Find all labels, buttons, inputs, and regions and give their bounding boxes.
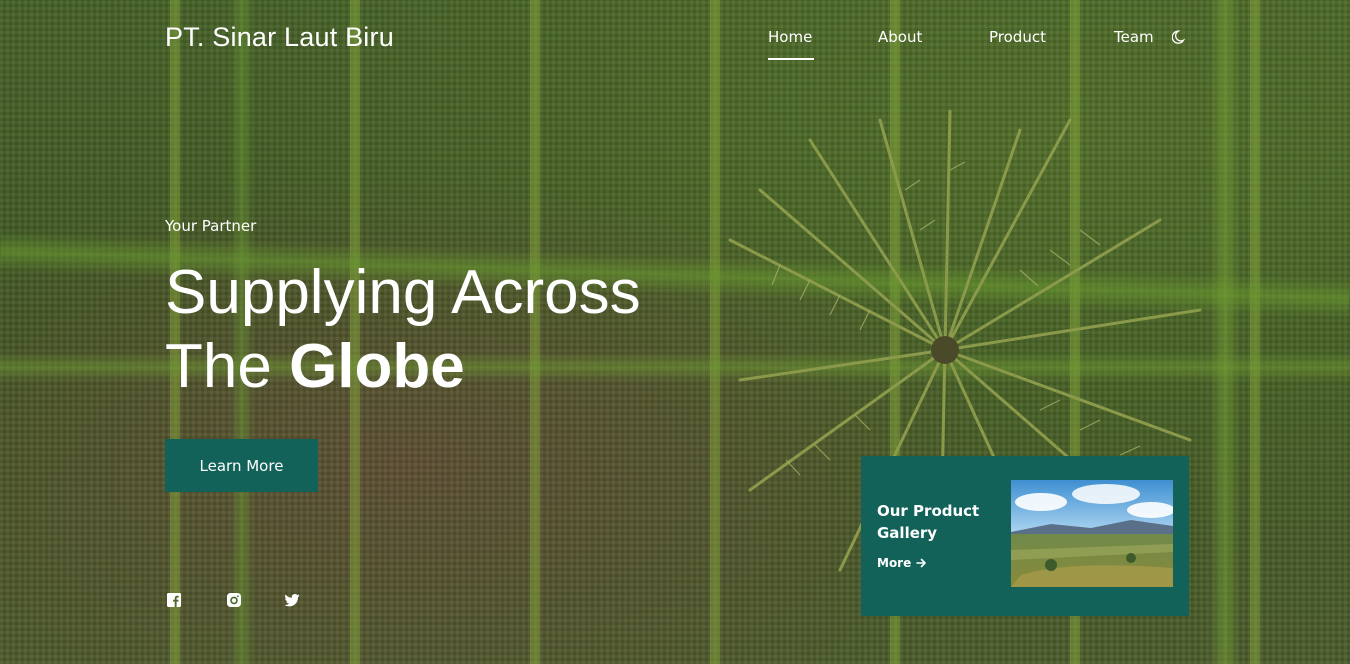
hero-tagline: Your Partner	[165, 217, 257, 235]
facebook-icon[interactable]	[166, 592, 182, 608]
navbar: PT. Sinar Laut Biru Home About Product T…	[0, 0, 1350, 76]
hero-headline: Supplying Across The Globe	[165, 256, 641, 404]
gallery-more-label: More	[877, 556, 912, 570]
gallery-thumbnail-image[interactable]	[1011, 480, 1173, 587]
nav-item-product[interactable]: Product	[989, 28, 1046, 46]
moon-icon[interactable]	[1172, 29, 1188, 45]
headline-line-2-bold: Globe	[289, 332, 465, 401]
product-gallery-card: Our Product Gallery More	[861, 456, 1189, 616]
nav-item-home[interactable]: Home	[768, 28, 812, 46]
arrow-right-icon	[916, 558, 927, 568]
hero-section: PT. Sinar Laut Biru Home About Product T…	[0, 0, 1350, 664]
brand-logo[interactable]: PT. Sinar Laut Biru	[165, 22, 394, 53]
headline-line-1: Supplying Across	[165, 258, 641, 327]
nav-item-about[interactable]: About	[878, 28, 922, 46]
instagram-icon[interactable]	[226, 592, 242, 608]
learn-more-button[interactable]: Learn More	[165, 439, 318, 492]
active-nav-indicator	[768, 58, 814, 60]
nav-item-team[interactable]: Team	[1114, 28, 1154, 46]
twitter-icon[interactable]	[284, 592, 300, 608]
gallery-card-title: Our Product Gallery	[877, 502, 980, 542]
headline-line-2-prefix: The	[165, 332, 290, 401]
gallery-more-link[interactable]: More	[877, 556, 927, 570]
